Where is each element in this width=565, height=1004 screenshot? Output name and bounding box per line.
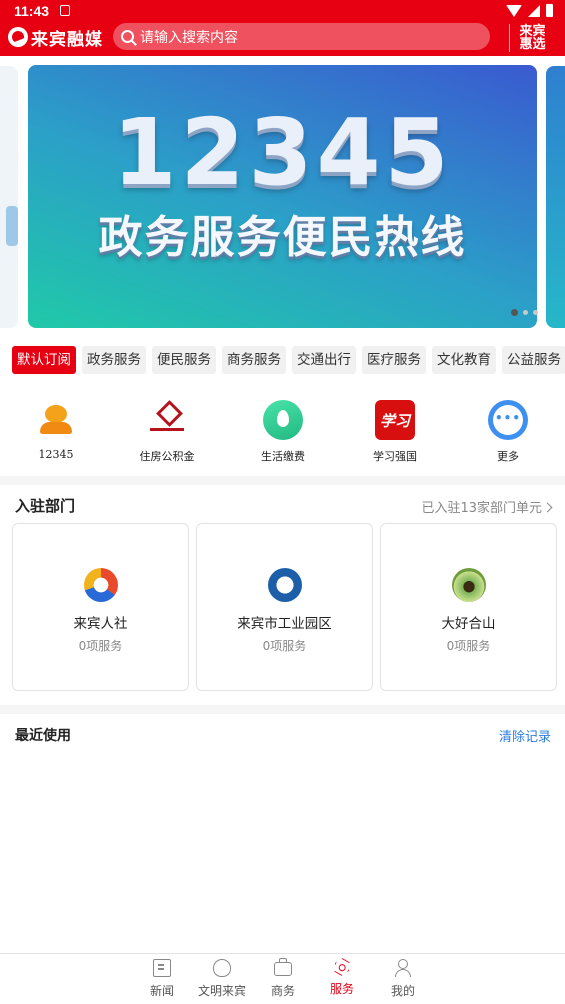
nav-item[interactable]: 我的: [373, 959, 433, 999]
service-hexagon-icon: [331, 956, 353, 978]
xuexi-icon: [375, 400, 415, 440]
status-time: 11:43: [14, 3, 50, 19]
huixuan-button[interactable]: 来宾 惠选: [509, 24, 555, 52]
quick-service-label: 生活缴费: [261, 450, 305, 463]
category-tab[interactable]: 交通出行: [292, 346, 356, 374]
category-tab[interactable]: 商务服务: [222, 346, 286, 374]
recent-title: 最近使用: [15, 728, 71, 744]
shield-icon: [213, 959, 231, 977]
quick-service-label: 学习强国: [373, 450, 417, 463]
department-service-count: 0项服务: [78, 639, 123, 653]
search-icon: [121, 30, 134, 43]
huixuan-line2: 惠选: [519, 37, 546, 52]
departments-title: 入驻部门: [15, 497, 76, 515]
department-service-count: 0项服务: [262, 639, 307, 653]
nav-item[interactable]: 新闻: [132, 959, 192, 999]
clear-history-button[interactable]: 清除记录: [499, 726, 551, 745]
department-card[interactable]: 来宾市工业园区 0项服务: [196, 523, 373, 691]
chevron-right-icon: [542, 502, 553, 513]
category-tab[interactable]: 公益服务: [502, 346, 565, 374]
banner-carousel[interactable]: 12345 政务服务便民热线: [0, 64, 565, 329]
search-input[interactable]: 请输入搜索内容: [113, 23, 490, 50]
quick-service-item[interactable]: 住房公积金: [117, 398, 217, 464]
housing-fund-icon: [147, 400, 187, 440]
nav-label: 文明来宾: [197, 984, 246, 998]
department-name: 大好合山: [441, 616, 496, 632]
quick-service-label: 12345: [38, 448, 74, 461]
profile-icon: [394, 959, 412, 977]
section-divider: [0, 705, 565, 714]
battery-icon: [546, 4, 553, 17]
nav-label: 服务: [329, 982, 354, 996]
banner-slide[interactable]: 12345 政务服务便民热线: [28, 65, 537, 328]
department-service-count: 0项服务: [446, 639, 491, 653]
app-header: 11:43 来宾融媒 请输入搜索内容 来宾 惠选: [0, 0, 565, 56]
banner-subline: 政务服务便民热线: [98, 212, 467, 263]
department-logo-icon: [83, 568, 118, 602]
nav-label: 我的: [390, 984, 415, 998]
section-divider: [0, 476, 565, 485]
nav-item[interactable]: 文明来宾: [192, 959, 252, 999]
department-name: 来宾市工业园区: [237, 616, 332, 632]
nav-item[interactable]: 服务: [312, 959, 372, 997]
banner-headline: 12345: [112, 99, 453, 206]
search-placeholder: 请输入搜索内容: [140, 29, 238, 46]
category-tab[interactable]: 政务服务: [82, 346, 146, 374]
department-cards: 来宾人社 0项服务 来宾市工业园区 0项服务 大好合山 0项服务: [12, 523, 557, 691]
department-name: 来宾人社: [73, 616, 128, 632]
category-tab[interactable]: 文化教育: [432, 346, 496, 374]
department-card[interactable]: 大好合山 0项服务: [380, 523, 557, 691]
quick-service-item[interactable]: 12345: [6, 398, 106, 461]
status-icons: [506, 4, 553, 17]
pagination-dot: [533, 310, 538, 315]
departments-more-link[interactable]: 已入驻13家部门单元: [421, 497, 553, 516]
signal-icon: [528, 4, 540, 17]
pagination-dot: [511, 309, 518, 316]
water-drop-icon: [263, 400, 303, 440]
news-icon: [153, 959, 171, 977]
department-logo-icon: [451, 568, 486, 602]
quick-service-label: 住房公积金: [139, 450, 195, 463]
departments-summary: 已入驻13家部门单元: [421, 501, 542, 516]
status-bar: 11:43: [0, 0, 565, 22]
quick-service-item[interactable]: 更多: [458, 398, 558, 464]
quick-service-item[interactable]: 生活缴费: [233, 398, 333, 464]
category-tab[interactable]: 医疗服务: [362, 346, 426, 374]
notification-icon: [60, 5, 70, 16]
quick-services: 12345 住房公积金 生活缴费 学习强国 更多: [0, 398, 565, 468]
quick-service-label: 更多: [497, 450, 519, 463]
nav-label: 商务: [270, 984, 295, 998]
category-tab[interactable]: 便民服务: [152, 346, 216, 374]
banner-pagination: [511, 309, 538, 316]
app-logo[interactable]: 来宾融媒: [8, 25, 103, 50]
banner-next-slide[interactable]: [546, 66, 565, 328]
wifi-icon: [506, 4, 522, 17]
more-icon: [488, 400, 528, 440]
nav-label: 新闻: [149, 984, 174, 998]
category-tab[interactable]: 默认订阅: [12, 346, 76, 374]
logo-text: 来宾融媒: [31, 29, 103, 50]
banner-prev-slide[interactable]: [0, 66, 18, 328]
briefcase-icon: [274, 958, 292, 976]
category-tabs: 默认订阅 政务服务 便民服务 商务服务 交通出行 医疗服务 文化教育 公益服务: [12, 346, 565, 374]
logo-mark-icon: [8, 27, 28, 47]
pagination-dot: [523, 310, 528, 315]
bottom-navigation: 新闻 文明来宾 商务 服务 我的: [0, 953, 565, 1004]
nav-item[interactable]: 商务: [253, 958, 313, 999]
quick-service-item[interactable]: 学习强国: [345, 398, 445, 464]
department-card[interactable]: 来宾人社 0项服务: [12, 523, 189, 691]
department-logo-icon: [267, 568, 302, 602]
customer-service-icon: [36, 400, 76, 440]
